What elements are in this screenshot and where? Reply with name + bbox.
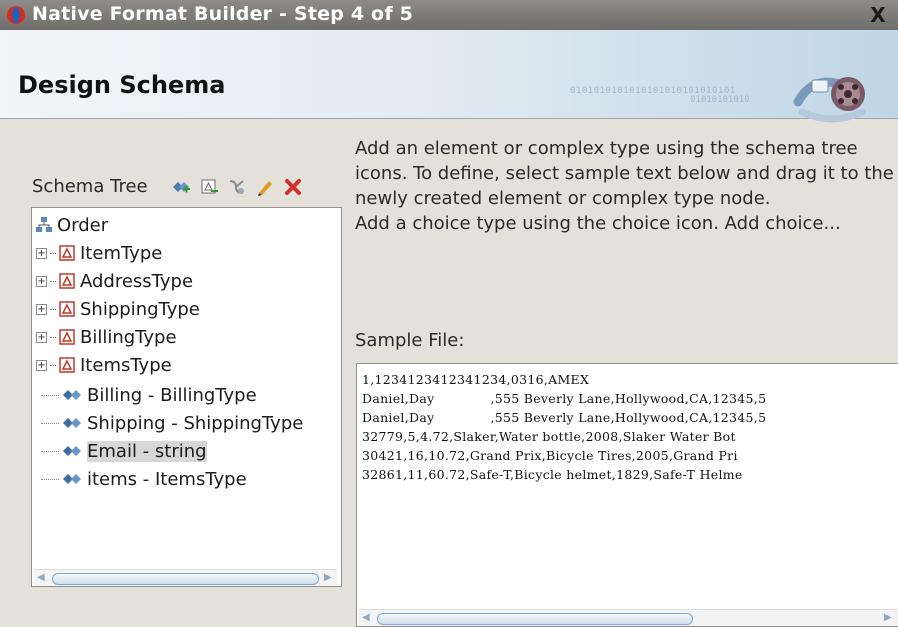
page-title: Design Schema xyxy=(18,71,226,99)
add-choice-icon[interactable] xyxy=(226,176,248,198)
sample-line[interactable]: 32779,5,4.72,Slaker,Water bottle,2008,Sl… xyxy=(362,429,736,444)
scroll-right-icon[interactable]: ▶ xyxy=(324,572,332,583)
binary-decoration-2: 01010101010 xyxy=(690,95,750,105)
add-element-icon[interactable] xyxy=(170,176,192,198)
scrollbar-thumb[interactable] xyxy=(52,573,319,585)
sample-line-part: ,555 Beverly Lane,Hollywood,CA,12345,5 xyxy=(490,391,767,406)
schema-tree-label: Schema Tree xyxy=(32,176,148,197)
expand-icon[interactable]: + xyxy=(36,303,47,315)
sample-line-part: Daniel,Day xyxy=(362,391,435,406)
schema-tree-toolbar xyxy=(170,174,304,200)
redacted-area xyxy=(434,412,491,425)
complex-type-icon xyxy=(59,357,75,373)
tree-horizontal-scrollbar[interactable]: ◀ ▶ xyxy=(34,569,337,586)
sample-line-part: Daniel,Day xyxy=(362,410,435,425)
complex-type-icon xyxy=(59,273,75,289)
tree-item[interactable]: + ItemsType xyxy=(36,352,172,378)
tree-root-order[interactable]: Order xyxy=(35,212,108,238)
tree-item[interactable]: + ItemType xyxy=(36,240,162,266)
tree-root-label: Order xyxy=(57,214,109,236)
element-icon xyxy=(63,418,81,428)
step-header: Design Schema 01010101010101010101010101… xyxy=(0,30,898,123)
tree-item-label: Billing - BillingType xyxy=(87,384,257,406)
sample-horizontal-scrollbar[interactable]: ◀ ▶ xyxy=(359,609,898,626)
tree-item-selected[interactable]: Email - string xyxy=(41,438,207,464)
close-button[interactable]: X xyxy=(858,0,898,30)
edit-icon[interactable] xyxy=(254,176,276,198)
tree-item[interactable]: + AddressType xyxy=(36,268,193,294)
expand-icon[interactable]: + xyxy=(36,275,47,287)
instructions: Add an element or complex type using the… xyxy=(355,136,895,236)
tree-item-label: AddressType xyxy=(80,270,194,292)
tree-item-label: Email - string xyxy=(87,440,207,462)
tree-item[interactable]: Shipping - ShippingType xyxy=(41,410,303,436)
expand-icon[interactable]: + xyxy=(36,359,47,371)
instruction-text-1: Add an element or complex type using the… xyxy=(355,138,894,209)
tree-item-label: ItemsType xyxy=(80,354,172,376)
tree-item-label: ShippingType xyxy=(80,298,200,320)
sample-line[interactable]: 32861,11,60.72,Safe-T,Bicycle helmet,182… xyxy=(362,467,743,482)
tree-item-label: BillingType xyxy=(80,326,177,348)
expand-icon[interactable]: + xyxy=(36,247,47,259)
title-bar: Native Format Builder - Step 4 of 5 X xyxy=(0,0,898,30)
expand-icon[interactable]: + xyxy=(36,331,47,343)
oracle-app-icon xyxy=(7,6,25,24)
sample-line[interactable]: Daniel,Day ,555 Beverly Lane,Hollywood,CA… xyxy=(362,391,766,406)
structure-icon xyxy=(36,217,52,232)
tree-item[interactable]: Billing - BillingType xyxy=(41,382,257,408)
scroll-left-icon[interactable]: ◀ xyxy=(362,612,370,623)
sample-line-part: ,555 Beverly Lane,Hollywood,CA,12345,5 xyxy=(490,410,767,425)
sample-line[interactable]: 30421,16,10.72,Grand Prix,Bicycle Tires,… xyxy=(362,448,738,463)
complex-type-icon xyxy=(59,329,75,345)
sample-line[interactable]: 1,1234123412341234,0316,AMEX xyxy=(362,372,589,387)
tree-item[interactable]: + ShippingType xyxy=(36,296,200,322)
add-complex-type-icon[interactable] xyxy=(198,176,220,198)
window-title: Native Format Builder - Step 4 of 5 xyxy=(32,3,414,25)
tree-item-label: items - ItemsType xyxy=(87,468,247,490)
complex-type-icon xyxy=(59,245,75,261)
tree-item[interactable]: + BillingType xyxy=(36,324,177,350)
element-icon xyxy=(63,474,81,484)
scrollbar-thumb[interactable] xyxy=(377,613,693,625)
sample-line[interactable]: Daniel,Day ,555 Beverly Lane,Hollywood,CA… xyxy=(362,410,766,425)
sample-file-label: Sample File: xyxy=(355,330,465,351)
scroll-right-icon[interactable]: ▶ xyxy=(884,612,892,623)
schema-tree[interactable]: Order + ItemType + AddressType + Shippin… xyxy=(31,207,342,587)
delete-icon[interactable] xyxy=(282,176,304,198)
tree-item-label: ItemType xyxy=(80,242,163,264)
sample-file-viewer[interactable]: 1,1234123412341234,0316,AMEX Daniel,Day,… xyxy=(356,363,898,627)
redacted-area xyxy=(434,393,491,406)
element-icon xyxy=(63,446,81,456)
scroll-left-icon[interactable]: ◀ xyxy=(37,572,45,583)
instruction-text-2: Add a choice type using the choice icon.… xyxy=(355,213,841,234)
tree-item-label: Shipping - ShippingType xyxy=(87,412,304,434)
tree-item[interactable]: items - ItemsType xyxy=(41,466,247,492)
film-reel-icon xyxy=(793,77,866,123)
element-icon xyxy=(63,390,81,400)
complex-type-icon xyxy=(59,301,75,317)
